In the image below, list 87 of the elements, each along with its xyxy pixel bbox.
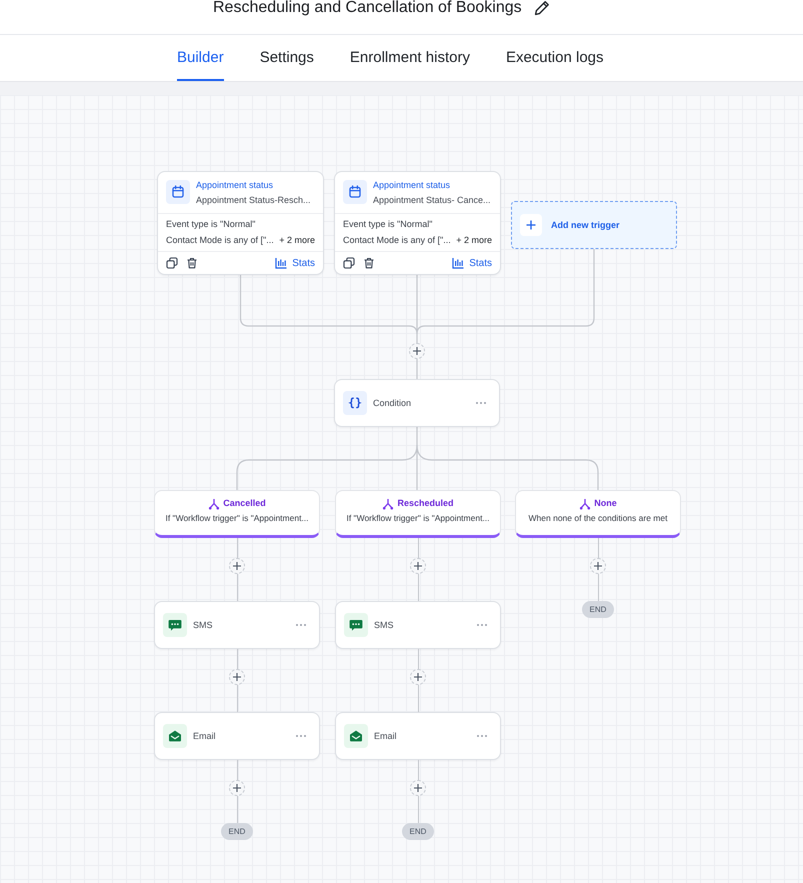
filter-text: Contact Mode is any of ["... bbox=[166, 235, 274, 246]
node-label: Email bbox=[193, 731, 216, 741]
branch-condition: If "Workflow trigger" is "Appointment... bbox=[165, 513, 309, 524]
filter-text: Event type is "Normal" bbox=[343, 219, 432, 230]
branch-split-icon bbox=[208, 498, 220, 510]
code-braces-icon bbox=[343, 391, 367, 415]
branch-condition: When none of the conditions are met bbox=[528, 513, 668, 524]
stats-button[interactable]: Stats bbox=[452, 257, 492, 269]
chat-bubble-icon bbox=[344, 613, 368, 637]
branch-label: None bbox=[594, 498, 617, 509]
connector-line bbox=[236, 760, 238, 780]
action-node[interactable]: Email bbox=[335, 712, 501, 760]
end-marker: END bbox=[582, 601, 614, 618]
bar-chart-icon bbox=[452, 257, 464, 269]
branch-split-icon bbox=[382, 498, 394, 510]
add-step-button[interactable] bbox=[410, 669, 426, 685]
branch-node[interactable]: Cancelled If "Workflow trigger" is "Appointment... bbox=[154, 490, 320, 538]
action-node[interactable]: SMS bbox=[154, 601, 320, 649]
branch-node[interactable]: Rescheduled If "Workflow trigger" is "Appointment... bbox=[335, 490, 501, 538]
plus-icon bbox=[233, 784, 241, 792]
calendar-icon bbox=[343, 180, 367, 204]
plus-icon bbox=[414, 784, 422, 792]
stats-button[interactable]: Stats bbox=[275, 257, 315, 269]
more-filters-count: + 2 more bbox=[456, 235, 492, 246]
node-label: Email bbox=[374, 731, 397, 741]
envelope-icon bbox=[163, 724, 187, 748]
action-node[interactable]: Email bbox=[154, 712, 320, 760]
filter-text: Event type is "Normal" bbox=[166, 219, 256, 230]
plus-icon bbox=[594, 562, 602, 570]
more-icon[interactable] bbox=[476, 623, 488, 627]
more-icon[interactable] bbox=[295, 623, 307, 627]
node-label: SMS bbox=[374, 620, 394, 630]
plus-icon bbox=[414, 673, 422, 681]
tab[interactable]: Settings bbox=[260, 35, 314, 81]
trigger-subtitle: Appointment Status- Cance... bbox=[373, 195, 491, 206]
plus-icon bbox=[233, 562, 241, 570]
condition-node[interactable]: Condition bbox=[334, 379, 500, 427]
add-step-button[interactable] bbox=[229, 669, 245, 685]
tab[interactable]: Enrollment history bbox=[350, 35, 470, 81]
plus-icon bbox=[520, 214, 542, 236]
plus-icon bbox=[233, 673, 241, 681]
trigger-title: Appointment status bbox=[373, 180, 452, 191]
add-step-button[interactable] bbox=[590, 558, 606, 574]
trigger-card[interactable]: Appointment status Appointment Status- Cance... Event type is "Normal" Contact Mode is any of ["... + 2 more Stats bbox=[334, 171, 501, 275]
trash-icon[interactable] bbox=[186, 257, 198, 269]
node-label: SMS bbox=[193, 620, 213, 630]
filter-text: Contact Mode is any of ["... bbox=[343, 235, 451, 246]
copy-icon[interactable] bbox=[166, 257, 178, 269]
connector-line bbox=[236, 538, 238, 558]
trigger-card[interactable]: Appointment status Appointment Status-Resch... Event type is "Normal" Contact Mode is any of ["... + 2 more Stats bbox=[157, 171, 324, 275]
add-step-button[interactable] bbox=[409, 343, 425, 359]
connector-line bbox=[236, 574, 238, 601]
pencil-icon[interactable] bbox=[534, 0, 550, 16]
add-step-button[interactable] bbox=[229, 558, 245, 574]
branch-label: Rescheduled bbox=[397, 498, 454, 509]
plus-icon bbox=[413, 347, 421, 355]
workflow-title: Rescheduling and Cancellation of Bookings bbox=[213, 0, 522, 16]
connector-line bbox=[236, 796, 238, 823]
chat-bubble-icon bbox=[163, 613, 187, 637]
branch-condition: If "Workflow trigger" is "Appointment... bbox=[346, 513, 490, 524]
branch-label: Cancelled bbox=[223, 498, 266, 509]
bar-chart-icon bbox=[275, 257, 288, 269]
connector-line bbox=[236, 685, 238, 712]
add-trigger-button[interactable]: Add new trigger bbox=[511, 201, 677, 249]
action-node[interactable]: SMS bbox=[335, 601, 501, 649]
more-icon[interactable] bbox=[295, 734, 307, 738]
connector-line bbox=[236, 649, 238, 669]
end-marker: END bbox=[402, 823, 434, 840]
add-step-button[interactable] bbox=[410, 558, 426, 574]
trigger-title: Appointment status bbox=[196, 180, 274, 191]
plus-icon bbox=[414, 562, 422, 570]
more-icon[interactable] bbox=[476, 734, 488, 738]
copy-icon[interactable] bbox=[343, 257, 355, 269]
trash-icon[interactable] bbox=[363, 257, 375, 269]
trigger-subtitle: Appointment Status-Resch... bbox=[196, 195, 311, 206]
tab[interactable]: Execution logs bbox=[506, 35, 604, 81]
branch-node[interactable]: None When none of the conditions are met bbox=[515, 490, 681, 538]
calendar-icon bbox=[166, 180, 190, 204]
add-step-button[interactable] bbox=[410, 780, 426, 796]
node-label: Condition bbox=[373, 398, 412, 408]
add-step-button[interactable] bbox=[229, 780, 245, 796]
connector-line bbox=[416, 359, 418, 379]
envelope-icon bbox=[344, 724, 368, 748]
branch-split-icon bbox=[579, 498, 592, 510]
end-marker: END bbox=[220, 823, 254, 840]
more-filters-count: + 2 more bbox=[279, 235, 315, 246]
more-icon[interactable] bbox=[475, 401, 487, 405]
